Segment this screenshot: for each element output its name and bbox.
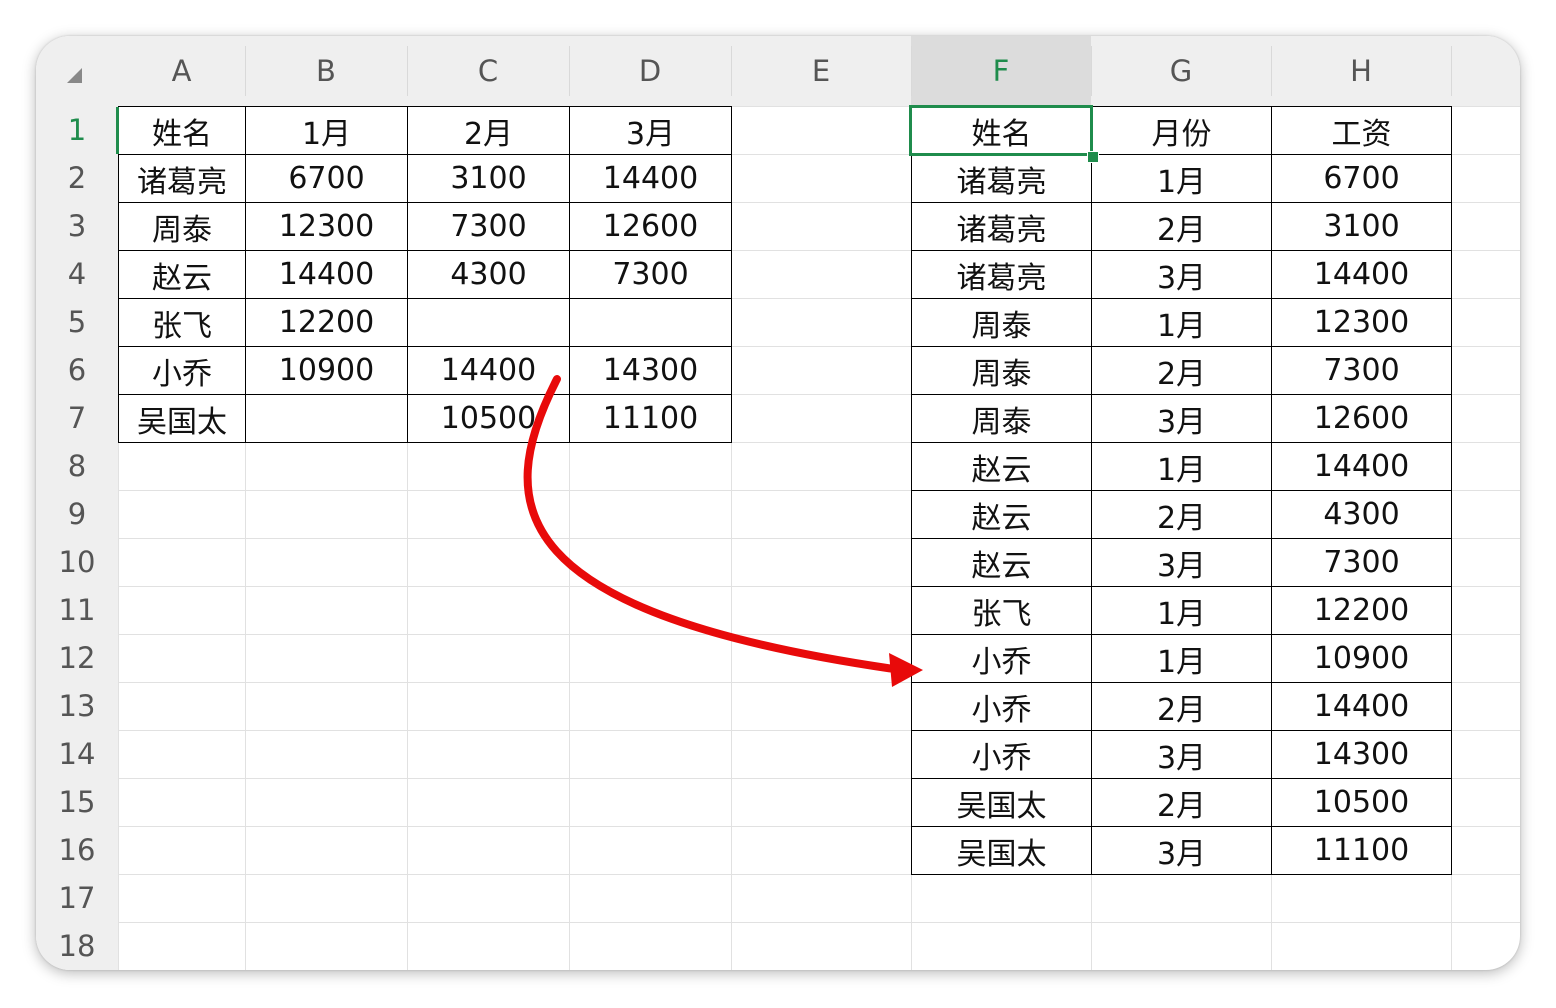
spreadsheet-grid: ABCDEFGH 1 2 3 4 5 6 7 8 9 10 11 12 13 14 15 16 17 18 姓名 1… bbox=[36, 36, 1520, 970]
red-curved-arrow-icon bbox=[523, 375, 923, 687]
